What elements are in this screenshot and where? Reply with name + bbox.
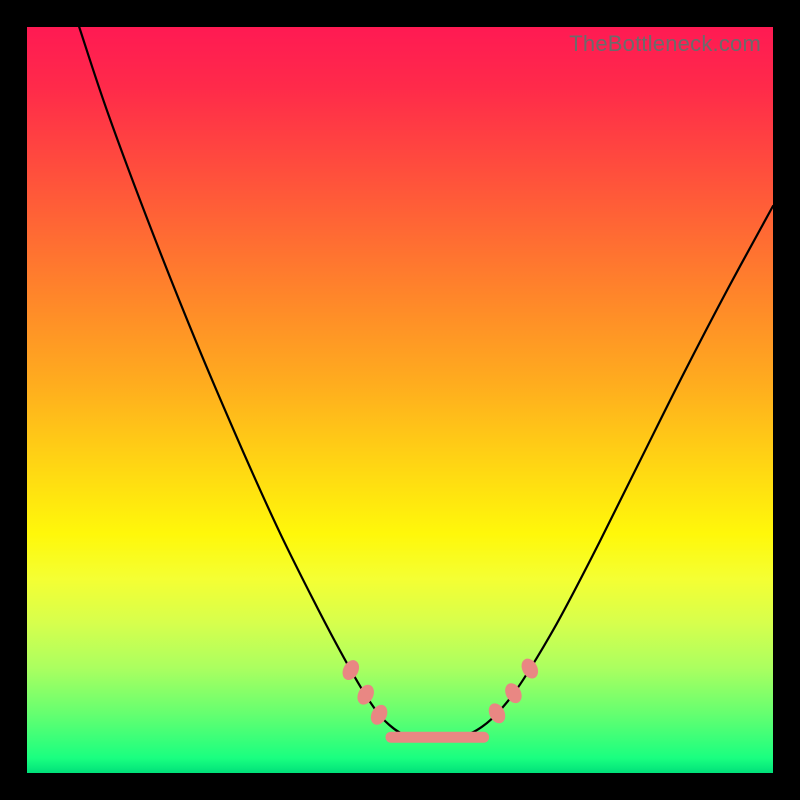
chart-frame: TheBottleneck.com [0, 0, 800, 800]
curve-marker [354, 682, 377, 708]
chart-curve-svg [27, 27, 773, 773]
curve-marker [339, 657, 362, 683]
curve-marker [502, 680, 525, 706]
curve-marker [518, 656, 541, 682]
markers-group [339, 656, 541, 728]
chart-plot-area: TheBottleneck.com [27, 27, 773, 773]
curve-path [79, 27, 773, 740]
watermark-text: TheBottleneck.com [569, 31, 761, 57]
